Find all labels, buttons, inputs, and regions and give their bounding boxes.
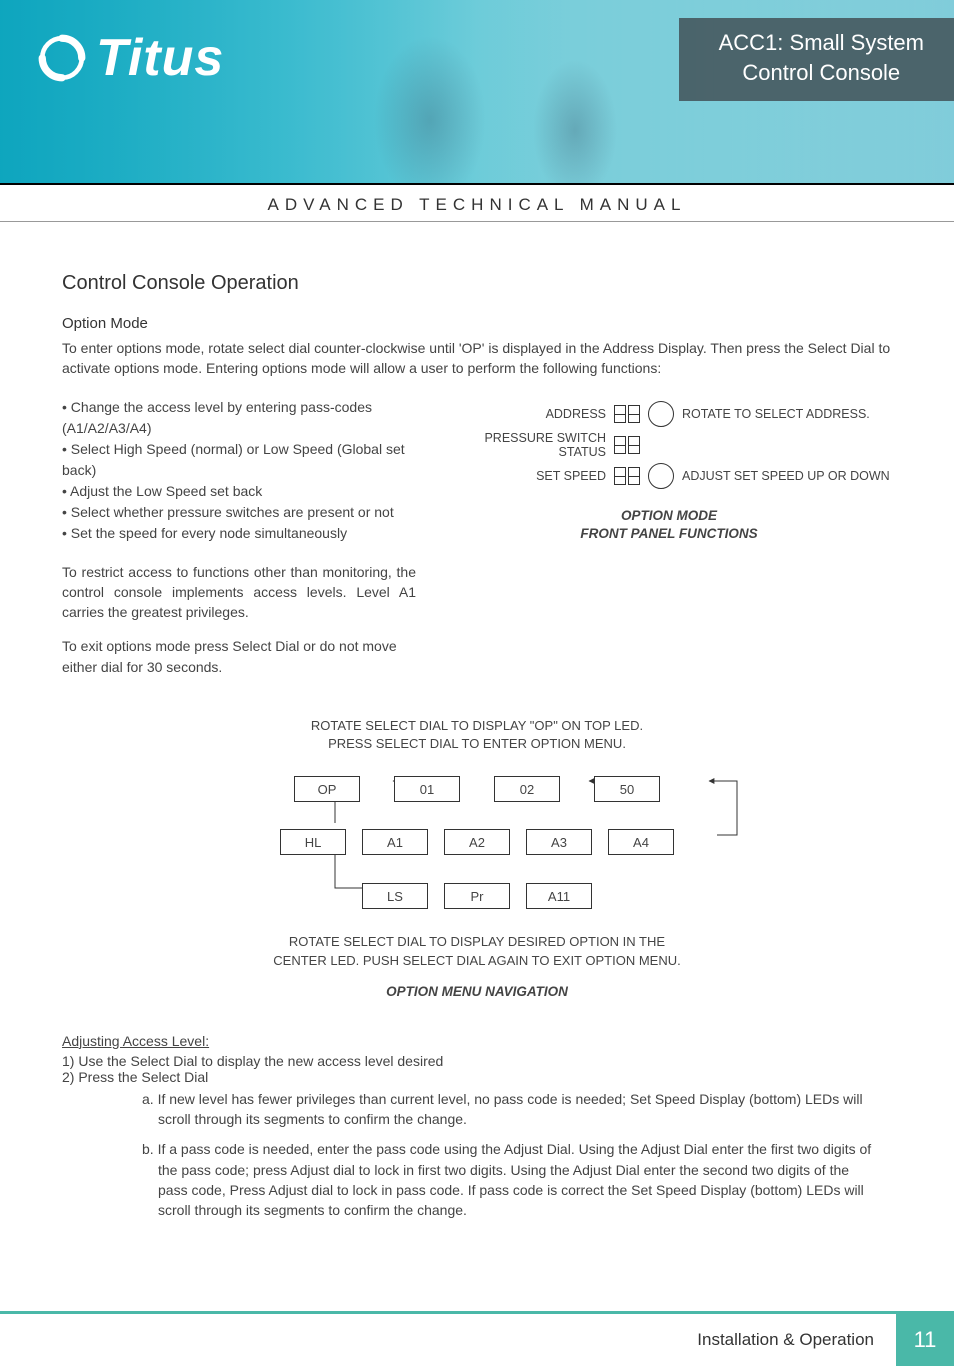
subheading-option-mode: Option Mode — [62, 315, 892, 332]
menu-caption-l2: CENTER LED. PUSH SELECT DIAL AGAIN TO EX… — [157, 952, 797, 970]
option-menu-diagram: ROTATE SELECT DIAL TO DISPLAY "OP" ON TO… — [157, 717, 797, 999]
exit-paragraph: To exit options mode press Select Dial o… — [62, 636, 416, 677]
panel-title-l1: OPTION MODE — [446, 507, 892, 526]
footer-label: Installation & Operation — [675, 1314, 896, 1366]
brand-name: Titus — [96, 28, 224, 88]
document-title-box: ACC1: Small System Control Console — [679, 18, 954, 101]
page-footer: Installation & Operation 11 — [0, 1311, 954, 1366]
section-heading: Control Console Operation — [62, 272, 892, 295]
panel-label-rotate: ROTATE TO SELECT ADDRESS. — [682, 407, 892, 421]
page-content: Control Console Operation Option Mode To… — [0, 222, 954, 1251]
access-heading: Adjusting Access Level: — [62, 1033, 209, 1049]
menu-diagram-title: OPTION MENU NAVIGATION — [157, 984, 797, 999]
bullet-item: Select High Speed (normal) or Low Speed … — [62, 439, 416, 481]
menu-cell: A1 — [362, 829, 428, 855]
menu-cell: A4 — [608, 829, 674, 855]
menu-cell: A11 — [526, 883, 592, 909]
panel-label-setspeed: SET SPEED — [446, 469, 606, 483]
panel-label-adjust: ADJUST SET SPEED UP OR DOWN — [682, 469, 892, 483]
menu-cell: OP — [294, 776, 360, 802]
menu-cell: 50 — [594, 776, 660, 802]
hero-banner: Titus ACC1: Small System Control Console — [0, 0, 954, 185]
doc-title-line1: ACC1: Small System — [719, 28, 924, 58]
adjust-dial-icon — [648, 463, 674, 489]
panel-title-l2: FRONT PANEL FUNCTIONS — [446, 525, 892, 544]
menu-cell: 01 — [394, 776, 460, 802]
access-levels-paragraph: To restrict access to functions other th… — [62, 562, 416, 623]
menu-hint-line2: PRESS SELECT DIAL TO ENTER OPTION MENU. — [157, 735, 797, 753]
access-step-2: 2) Press the Select Dial — [62, 1069, 892, 1085]
led-display-icon — [614, 467, 640, 485]
manual-bar: ADVANCED TECHNICAL MANUAL — [0, 185, 954, 222]
menu-cell: Pr — [444, 883, 510, 909]
menu-cell: 02 — [494, 776, 560, 802]
access-level-section: Adjusting Access Level: 1) Use the Selec… — [62, 1033, 892, 1221]
panel-label-address: ADDRESS — [446, 407, 606, 421]
access-step-1: 1) Use the Select Dial to display the ne… — [62, 1053, 892, 1069]
doc-title-line2: Control Console — [719, 58, 924, 88]
led-display-icon — [614, 436, 640, 454]
access-substep-a: a. If new level has fewer privileges tha… — [142, 1089, 882, 1130]
menu-hint-line1: ROTATE SELECT DIAL TO DISPLAY "OP" ON TO… — [157, 717, 797, 735]
front-panel-diagram: ADDRESS ROTATE TO SELECT ADDRESS. PRESSU… — [446, 401, 892, 545]
page-number: 11 — [896, 1314, 954, 1366]
bullet-item: Set the speed for every node simultaneou… — [62, 523, 416, 544]
brand-logo: Titus — [36, 28, 224, 88]
menu-caption-l1: ROTATE SELECT DIAL TO DISPLAY DESIRED OP… — [157, 933, 797, 951]
bullet-list: Change the access level by entering pass… — [62, 397, 416, 544]
menu-cell: HL — [280, 829, 346, 855]
intro-paragraph: To enter options mode, rotate select dia… — [62, 338, 892, 379]
menu-cell: LS — [362, 883, 428, 909]
select-dial-icon — [648, 401, 674, 427]
bullet-item: Select whether pressure switches are pre… — [62, 502, 416, 523]
bullet-item: Adjust the Low Speed set back — [62, 481, 416, 502]
access-substep-b: b. If a pass code is needed, enter the p… — [142, 1139, 882, 1220]
swirl-icon — [36, 32, 88, 84]
panel-label-pressure: PRESSURE SWITCH STATUS — [446, 431, 606, 459]
led-display-icon — [614, 405, 640, 423]
bullet-item: Change the access level by entering pass… — [62, 397, 416, 439]
menu-cell: A2 — [444, 829, 510, 855]
menu-cell: A3 — [526, 829, 592, 855]
